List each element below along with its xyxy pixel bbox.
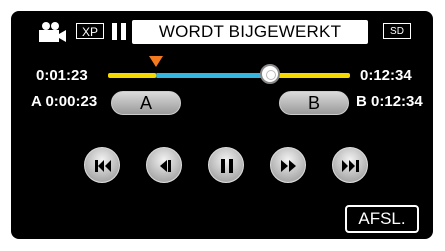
- pause-status-icon: [112, 23, 126, 40]
- fast-forward-button[interactable]: [270, 147, 306, 183]
- set-a-button[interactable]: A: [111, 91, 181, 115]
- media-badge: SD: [383, 23, 411, 39]
- skip-back-button[interactable]: [84, 147, 120, 183]
- skip-forward-icon: [342, 160, 359, 172]
- edit-screen: XP WORDT BIJGEWERKT SD 0:01:23 0:12:34 A…: [11, 11, 433, 239]
- status-message: WORDT BIJGEWERKT: [132, 20, 368, 44]
- skip-back-icon: [95, 160, 111, 172]
- frame-back-button[interactable]: [146, 147, 182, 183]
- total-time: 0:12:34: [360, 67, 412, 84]
- a-point-time: A 0:00:23: [31, 93, 98, 110]
- playhead-marker-icon: [149, 56, 164, 67]
- pause-button[interactable]: [208, 147, 244, 183]
- pause-icon: [221, 159, 233, 173]
- track-unselected-right: [270, 73, 350, 78]
- end-button[interactable]: AFSL.: [345, 205, 419, 233]
- frame-back-icon: [160, 160, 171, 172]
- b-point-time: B 0:12:34: [356, 93, 423, 110]
- fast-forward-icon: [281, 160, 296, 172]
- track-selected-range: [156, 73, 271, 78]
- track-unselected-left: [108, 73, 157, 78]
- movie-camera-icon: [39, 22, 66, 42]
- set-b-button[interactable]: B: [279, 91, 349, 115]
- quality-badge: XP: [76, 23, 104, 39]
- position-slider-handle[interactable]: [260, 64, 281, 84]
- trim-track[interactable]: [108, 69, 350, 81]
- skip-forward-button[interactable]: [332, 147, 368, 183]
- current-time: 0:01:23: [36, 67, 88, 84]
